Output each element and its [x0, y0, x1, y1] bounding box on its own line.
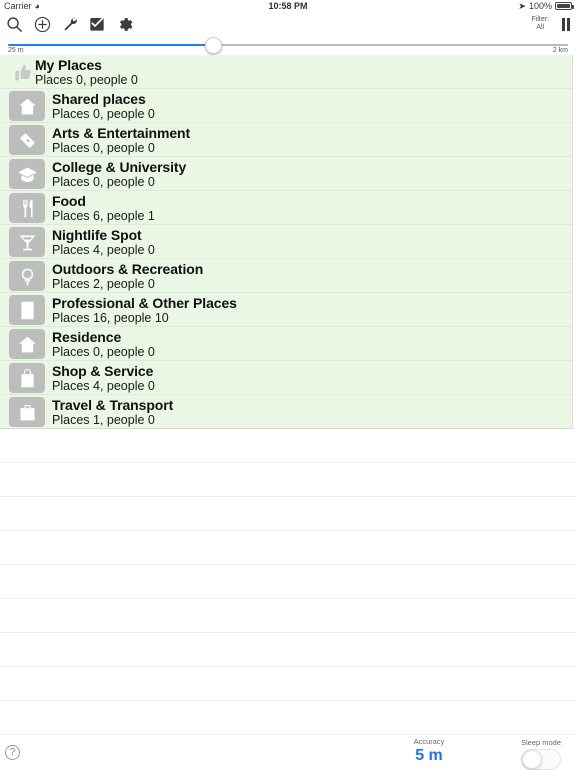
- list-item[interactable]: ResidencePlaces 0, people 0: [0, 327, 572, 361]
- list-item-title: College & University: [52, 159, 186, 175]
- filter-label: Filter:: [532, 16, 550, 24]
- graduation-cap-icon: [9, 159, 45, 189]
- empty-row: [0, 701, 576, 735]
- empty-row: [0, 599, 576, 633]
- battery-full-icon: [555, 2, 572, 10]
- list-item-texts: Shop & ServicePlaces 4, people 0: [52, 361, 155, 395]
- list-item[interactable]: Nightlife SpotPlaces 4, people 0: [0, 225, 572, 259]
- slider-min-label: 25 m: [8, 47, 24, 54]
- list-item[interactable]: Travel & TransportPlaces 1, people 0: [0, 395, 572, 429]
- cocktail-glass-icon: [9, 227, 45, 257]
- search-icon[interactable]: [6, 16, 23, 33]
- gear-icon[interactable]: [116, 16, 133, 33]
- battery-percent-label: 100%: [529, 1, 552, 11]
- list-item-title: Food: [52, 193, 155, 209]
- empty-row: [0, 429, 576, 463]
- list-item-texts: Professional & Other PlacesPlaces 16, pe…: [52, 293, 237, 327]
- category-list: My PlacesPlaces 0, people 0Shared places…: [0, 55, 573, 429]
- list-item-subtitle: Places 0, people 0: [52, 345, 155, 360]
- office-building-icon: [9, 295, 45, 325]
- sleep-mode-label: Sleep mode: [512, 738, 570, 748]
- list-item-subtitle: Places 6, people 1: [52, 209, 155, 224]
- list-item[interactable]: My PlacesPlaces 0, people 0: [0, 55, 572, 89]
- list-item-title: Travel & Transport: [52, 397, 173, 413]
- slider-max-label: 2 km: [553, 47, 568, 54]
- list-item-texts: College & UniversityPlaces 0, people 0: [52, 157, 186, 191]
- empty-row: [0, 531, 576, 565]
- empty-rows-area: [0, 429, 576, 735]
- empty-row: [0, 463, 576, 497]
- pause-icon[interactable]: [562, 18, 570, 31]
- list-item-title: Shared places: [52, 91, 155, 107]
- list-item-title: Outdoors & Recreation: [52, 261, 203, 277]
- list-item-texts: Outdoors & RecreationPlaces 2, people 0: [52, 259, 203, 293]
- house-icon: [9, 91, 45, 121]
- slider-thumb[interactable]: [205, 37, 222, 54]
- question-mark-icon[interactable]: ?: [5, 745, 20, 760]
- checklist-icon[interactable]: [89, 16, 105, 32]
- list-item-title: Residence: [52, 329, 155, 345]
- list-item[interactable]: FoodPlaces 6, people 1: [0, 191, 572, 225]
- list-item-title: Nightlife Spot: [52, 227, 155, 243]
- status-bar: Carrier ◕ 10:58 PM ➤ 100%: [0, 0, 576, 13]
- list-item-title: Shop & Service: [52, 363, 155, 379]
- empty-row: [0, 565, 576, 599]
- filter-value: All: [532, 24, 550, 32]
- list-item-texts: Arts & EntertainmentPlaces 0, people 0: [52, 123, 190, 157]
- list-item[interactable]: Arts & EntertainmentPlaces 0, people 0: [0, 123, 572, 157]
- location-arrow-icon: ➤: [518, 2, 526, 11]
- list-item-subtitle: Places 1, people 0: [52, 413, 173, 428]
- toggle-knob: [522, 750, 542, 769]
- list-item-texts: Shared placesPlaces 0, people 0: [52, 89, 155, 123]
- empty-row: [0, 633, 576, 667]
- thumbs-up-icon: [8, 59, 34, 85]
- ticket-icon: [9, 125, 45, 155]
- list-item-subtitle: Places 16, people 10: [52, 311, 237, 326]
- radius-slider[interactable]: 25 m 2 km: [0, 35, 576, 55]
- bottom-bar: ? Accuracy 5 m Sleep mode: [0, 734, 576, 768]
- toolbar-icon-group: [6, 13, 133, 35]
- toolbar-right-group: Filter: All: [532, 13, 571, 35]
- tree-icon: [9, 261, 45, 291]
- accuracy-readout: Accuracy 5 m: [384, 737, 474, 765]
- list-item-subtitle: Places 4, people 0: [52, 379, 155, 394]
- list-item-texts: ResidencePlaces 0, people 0: [52, 327, 155, 361]
- list-item-subtitle: Places 0, people 0: [35, 73, 138, 88]
- fork-knife-icon: [9, 193, 45, 223]
- list-item-texts: Nightlife SpotPlaces 4, people 0: [52, 225, 155, 259]
- filter-control[interactable]: Filter: All: [532, 16, 550, 32]
- sleep-mode-control[interactable]: Sleep mode: [512, 738, 570, 770]
- slider-track[interactable]: [8, 44, 568, 46]
- list-item[interactable]: Shop & ServicePlaces 4, people 0: [0, 361, 572, 395]
- slider-track-fill: [8, 44, 215, 46]
- list-item-subtitle: Places 0, people 0: [52, 107, 155, 122]
- list-item[interactable]: Shared placesPlaces 0, people 0: [0, 89, 572, 123]
- list-item-title: My Places: [35, 57, 138, 73]
- list-item-title: Arts & Entertainment: [52, 125, 190, 141]
- list-item-subtitle: Places 0, people 0: [52, 175, 186, 190]
- status-bar-right: ➤ 100%: [518, 1, 572, 11]
- list-item-texts: FoodPlaces 6, people 1: [52, 191, 155, 225]
- status-bar-clock: 10:58 PM: [0, 1, 576, 11]
- accuracy-value: 5 m: [384, 746, 474, 765]
- sleep-mode-toggle[interactable]: [521, 749, 561, 770]
- add-circle-icon[interactable]: [34, 16, 51, 33]
- home-icon: [9, 329, 45, 359]
- empty-row: [0, 667, 576, 701]
- list-item-subtitle: Places 4, people 0: [52, 243, 155, 258]
- toolbar: Filter: All: [0, 13, 576, 35]
- list-item[interactable]: College & UniversityPlaces 0, people 0: [0, 157, 572, 191]
- list-item-title: Professional & Other Places: [52, 295, 237, 311]
- list-item[interactable]: Professional & Other PlacesPlaces 16, pe…: [0, 293, 572, 327]
- accuracy-label: Accuracy: [384, 737, 474, 746]
- shopping-bag-icon: [9, 363, 45, 393]
- suitcase-icon: [9, 397, 45, 427]
- list-item-texts: Travel & TransportPlaces 1, people 0: [52, 395, 173, 429]
- list-item-texts: My PlacesPlaces 0, people 0: [35, 55, 138, 89]
- wrench-icon[interactable]: [62, 16, 78, 32]
- list-item[interactable]: Outdoors & RecreationPlaces 2, people 0: [0, 259, 572, 293]
- list-item-subtitle: Places 2, people 0: [52, 277, 203, 292]
- list-item-subtitle: Places 0, people 0: [52, 141, 190, 156]
- empty-row: [0, 497, 576, 531]
